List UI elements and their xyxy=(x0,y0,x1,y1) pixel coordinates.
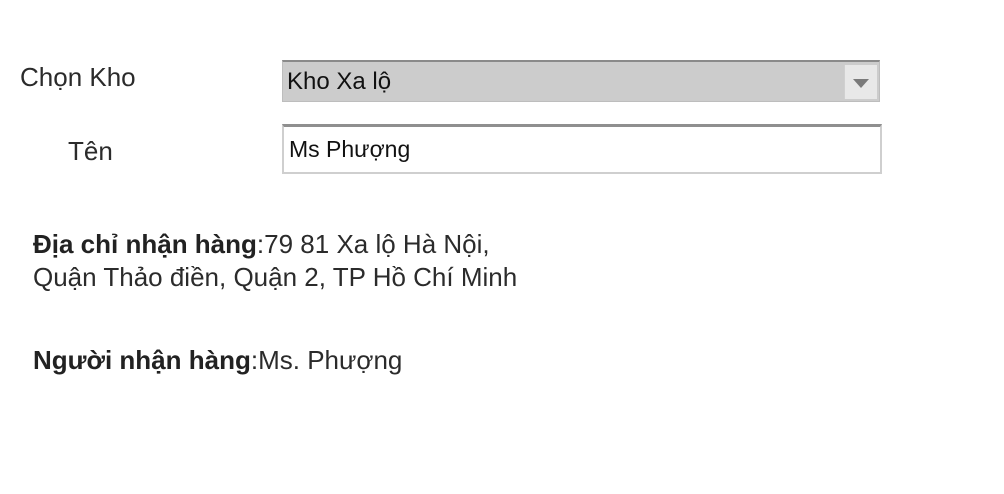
delivery-form: Chọn Kho Kho Xa lộ Tên Địa chỉ nhận hàng… xyxy=(0,0,1004,494)
warehouse-selected-value: Kho Xa lộ xyxy=(287,68,392,95)
dropdown-arrow-button[interactable] xyxy=(844,65,877,99)
receiver-separator: : xyxy=(250,345,259,375)
chevron-down-icon xyxy=(853,79,869,88)
name-input[interactable] xyxy=(282,124,882,174)
warehouse-select[interactable]: Kho Xa lộ xyxy=(282,60,880,102)
delivery-address: Địa chỉ nhận hàng:79 81 Xa lộ Hà Nội, Qu… xyxy=(33,228,533,294)
delivery-address-label: Địa chỉ nhận hàng xyxy=(33,229,257,259)
warehouse-label: Chọn Kho xyxy=(20,62,136,92)
name-label: Tên xyxy=(68,136,113,166)
receiver-label: Người nhận hàng xyxy=(33,345,251,375)
receiver-info: Người nhận hàng:Ms. Phượng xyxy=(33,344,633,377)
receiver-value: Ms. Phượng xyxy=(258,345,403,375)
